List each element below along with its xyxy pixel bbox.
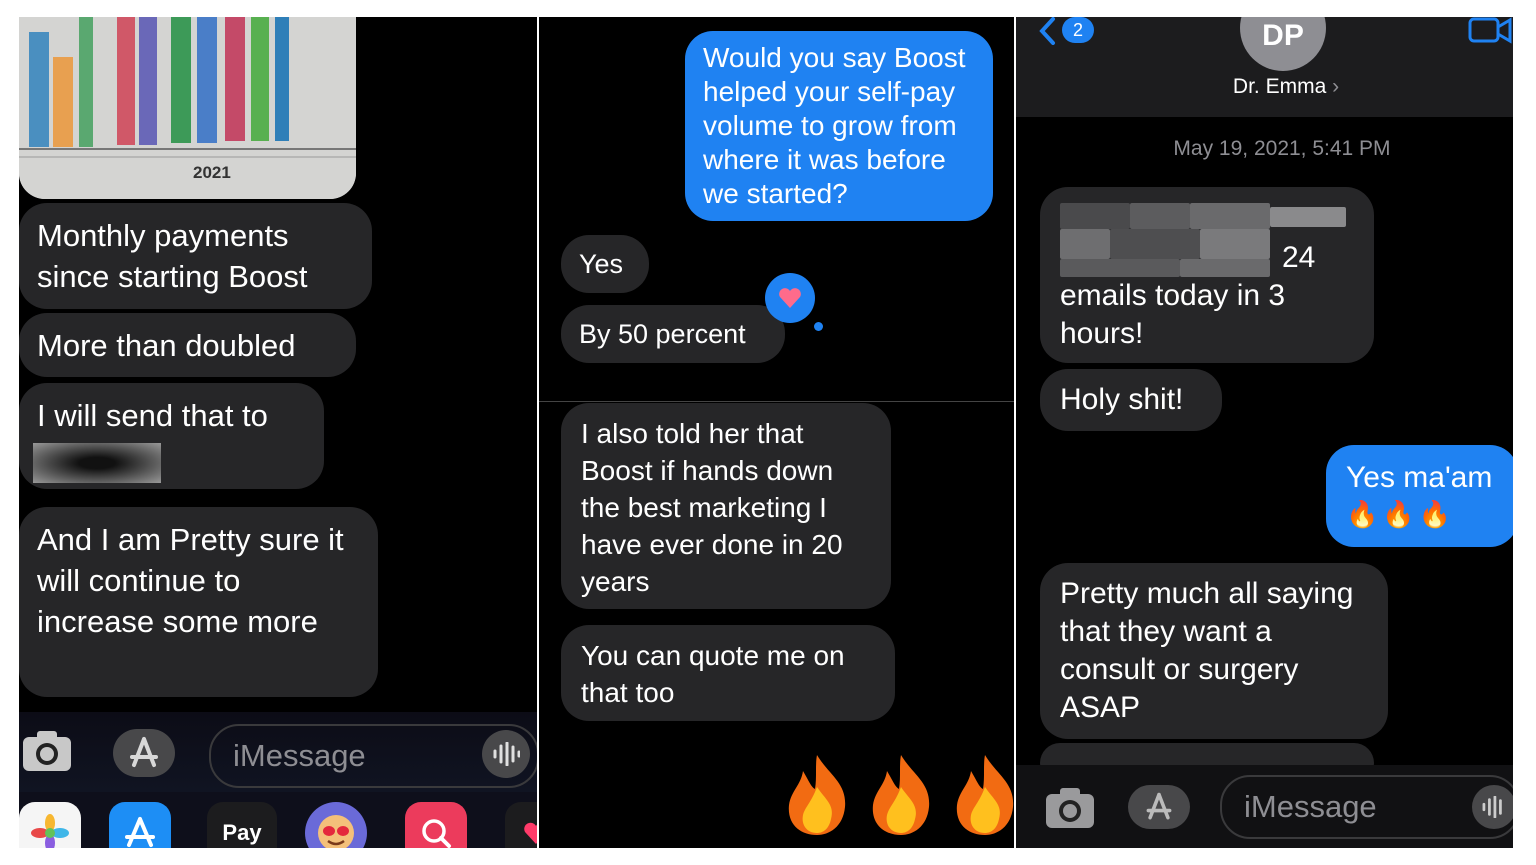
- back-button[interactable]: 2: [1038, 17, 1098, 45]
- incoming-bubble[interactable]: By 50 percent: [561, 305, 785, 363]
- unread-count-badge: 2: [1062, 17, 1094, 43]
- fire-icon: [872, 755, 930, 835]
- screenshot-panel-right: 2 DP Dr. Emma › May 19, 2021, 5:41 PM 24…: [1016, 17, 1513, 848]
- contact-name-button[interactable]: Dr. Emma ›: [1216, 75, 1356, 99]
- incoming-bubble[interactable]: I will send that to: [19, 383, 324, 489]
- heart-app-icon[interactable]: [505, 802, 537, 848]
- incoming-bubble[interactable]: Pretty much all saying that they want a …: [1040, 563, 1388, 739]
- app-store-icon[interactable]: [1128, 785, 1190, 829]
- message-text: Yes: [579, 249, 624, 279]
- app-drawer: Pay: [19, 792, 537, 848]
- avatar-initials: DP: [1262, 19, 1304, 52]
- conversation-header: 2 DP Dr. Emma ›: [1016, 17, 1513, 117]
- photo-year-label: 2021: [193, 163, 231, 182]
- redacted-name-blur: [33, 443, 161, 483]
- message-text: Pretty much all saying that they want a …: [1060, 577, 1354, 724]
- message-text: You can quote me on that too: [581, 640, 845, 708]
- screenshot-divider: [539, 401, 1014, 402]
- image-search-icon[interactable]: [405, 802, 467, 848]
- message-text: Yes ma'am: [1346, 461, 1493, 494]
- incoming-bubble[interactable]: I also told her that Boost if hands down…: [561, 403, 891, 609]
- pay-label: Pay: [222, 820, 262, 845]
- outgoing-bubble[interactable]: Would you say Boost helped your self-pay…: [685, 31, 993, 221]
- screenshot-panel-left: 2021 Monthly payments since starting Boo…: [19, 17, 537, 848]
- outgoing-bubble[interactable]: Yes ma'am 🔥🔥🔥: [1326, 445, 1513, 547]
- reaction-dot: [814, 322, 823, 331]
- message-text-fragment: 24: [1282, 241, 1316, 274]
- imessage-input[interactable]: iMessage: [1220, 775, 1513, 839]
- photos-app-icon[interactable]: [19, 802, 81, 848]
- input-placeholder: iMessage: [233, 738, 366, 773]
- input-bar: iMessage: [19, 712, 537, 792]
- message-text: Would you say Boost helped your self-pay…: [703, 42, 966, 209]
- chevron-left-icon: [1039, 17, 1055, 45]
- message-text: Monthly payments since starting Boost: [37, 218, 308, 294]
- message-text: I also told her that Boost if hands down…: [581, 418, 843, 597]
- audio-message-icon[interactable]: [482, 730, 530, 778]
- message-text: emails today in 3 hours!: [1060, 279, 1286, 350]
- incoming-bubble[interactable]: Holy shit!: [1040, 369, 1222, 431]
- fire-icon: [788, 755, 846, 835]
- incoming-bubble[interactable]: 24 emails today in 3 hours!: [1040, 187, 1374, 363]
- incoming-bubble[interactable]: Yes: [561, 235, 649, 293]
- unread-count: 2: [1072, 19, 1083, 40]
- message-text: Holy shit!: [1060, 383, 1184, 416]
- incoming-bubble[interactable]: More than doubled: [19, 313, 356, 377]
- timestamp: May 19, 2021, 5:41 PM: [1173, 137, 1391, 160]
- contact-name: Dr. Emma: [1232, 75, 1327, 98]
- message-text: I will send that to: [37, 398, 268, 433]
- camera-icon[interactable]: [19, 726, 75, 776]
- bar-chart-photo: [19, 17, 356, 199]
- camera-icon[interactable]: [1042, 783, 1098, 833]
- apple-pay-icon[interactable]: Pay: [207, 802, 277, 848]
- heart-reaction-badge[interactable]: [765, 273, 815, 323]
- app-store-app-icon[interactable]: [109, 802, 171, 848]
- fire-emoji-row[interactable]: [779, 753, 1014, 837]
- memoji-icon[interactable]: [305, 802, 367, 848]
- message-text: And I am Pretty sure it will continue to…: [37, 522, 344, 639]
- heart-icon: [779, 288, 801, 308]
- fire-icon: [956, 755, 1014, 835]
- fire-emoji-text: 🔥🔥🔥: [1346, 499, 1456, 529]
- message-text: More than doubled: [37, 328, 296, 363]
- incoming-bubble[interactable]: You can quote me on that too: [561, 625, 895, 721]
- screenshot-panel-middle: Would you say Boost helped your self-pay…: [539, 17, 1014, 848]
- incoming-bubble[interactable]: And I am Pretty sure it will continue to…: [19, 507, 378, 697]
- app-store-icon[interactable]: [113, 729, 175, 777]
- input-placeholder: iMessage: [1244, 789, 1377, 824]
- input-bar: iMessage: [1016, 765, 1513, 848]
- incoming-bubble[interactable]: Monthly payments since starting Boost: [19, 203, 372, 309]
- message-text: By 50 percent: [579, 319, 746, 349]
- avatar[interactable]: DP: [1240, 17, 1326, 71]
- video-call-icon[interactable]: [1468, 17, 1513, 45]
- chevron-right-icon: ›: [1332, 75, 1340, 98]
- chart-photo-attachment[interactable]: 2021: [19, 17, 356, 199]
- audio-message-icon[interactable]: [1472, 785, 1513, 829]
